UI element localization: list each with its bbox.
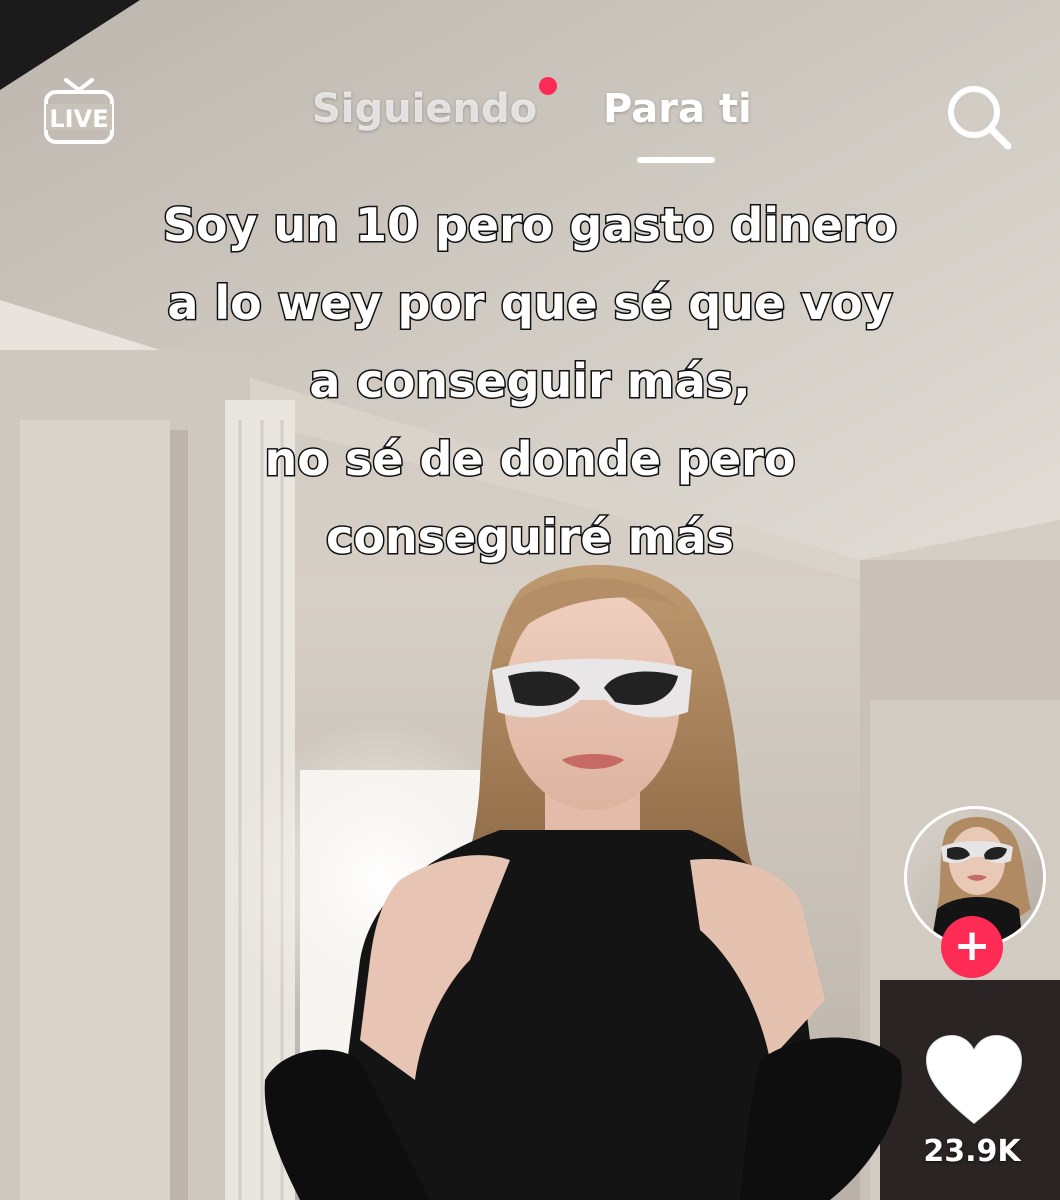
video-caption: Soy un 10 pero gasto dinero a lo wey por…: [80, 186, 980, 576]
active-tab-indicator: [637, 157, 715, 163]
heart-icon: [924, 1033, 1024, 1126]
search-icon: [948, 86, 1012, 150]
live-button[interactable]: LIVE: [42, 74, 116, 148]
caption-line: Soy un 10 pero gasto dinero: [161, 197, 899, 254]
tab-for-you[interactable]: Para ti: [603, 86, 752, 142]
live-label: LIVE: [49, 105, 108, 133]
like-button[interactable]: [922, 1032, 1026, 1128]
tab-following[interactable]: Siguiendo: [312, 86, 537, 142]
like-count: 23.9K: [923, 1134, 1021, 1169]
caption-line: no sé de donde pero: [263, 431, 797, 488]
notification-dot: [539, 77, 557, 95]
plus-icon: +: [953, 920, 991, 971]
live-tv-icon: LIVE: [44, 78, 114, 144]
follow-button[interactable]: +: [941, 916, 1003, 978]
caption-line: conseguiré más: [325, 509, 736, 566]
caption-line: a lo wey por que sé que voy: [166, 275, 894, 332]
video-frame[interactable]: [0, 0, 1060, 1200]
video-feed-screen: LIVE Siguiendo Para ti Soy un 10 pero ga…: [0, 0, 1060, 1200]
caption-line: a conseguir más,: [308, 353, 752, 410]
search-button[interactable]: [942, 80, 1016, 154]
